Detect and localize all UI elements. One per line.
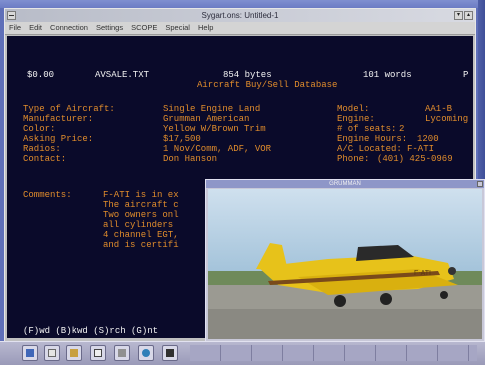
aircraft-photo-graphic: F-ATI: [208, 189, 482, 339]
document-icon[interactable]: [90, 345, 106, 361]
taskbar-slots: [190, 345, 477, 361]
menu-connection[interactable]: Connection: [50, 22, 88, 34]
field-label: # of seats:: [337, 124, 397, 134]
maximize-button[interactable]: ▴: [464, 11, 473, 20]
field-label: Radios:: [23, 144, 61, 154]
menu-help[interactable]: Help: [198, 22, 213, 34]
filename: AVSALE.TXT: [95, 70, 150, 80]
program-manager-icon[interactable]: [22, 345, 38, 361]
word-count: 101 words: [363, 70, 412, 80]
comment-line: 4 channel EGT,: [103, 230, 179, 240]
field-label: Contact:: [23, 154, 67, 164]
field-value: 1 Nov/Comm, ADF, VOR: [163, 144, 272, 154]
minimize-button[interactable]: ▾: [454, 11, 463, 20]
field-label: Engine Hours:: [337, 134, 408, 144]
field-value: Single Engine Land: [163, 104, 261, 114]
byte-count: 854 bytes: [223, 70, 272, 80]
photo-viewer-window[interactable]: GRUMMAN F-ATI: [205, 179, 485, 342]
comment-line: Two owners onl: [103, 210, 179, 220]
field-value: 1200: [417, 134, 439, 144]
taskbar: [0, 341, 485, 365]
field-value: Lycoming: [425, 114, 469, 124]
menu-scope[interactable]: SCOPE: [131, 22, 157, 34]
phone-icon[interactable]: [162, 345, 178, 361]
field-value: (401) 425-0969: [377, 154, 453, 164]
field-label: Phone:: [337, 154, 370, 164]
comment-line: all cylinders: [103, 220, 174, 230]
menu-file[interactable]: File: [9, 22, 21, 34]
command-prompt[interactable]: (F)wd (B)kwd (S)rch (G)nt: [23, 326, 158, 336]
title-bar: Sygart.ons: Untitled-1 ▾ ▴: [5, 9, 475, 22]
menu-settings[interactable]: Settings: [96, 22, 123, 34]
comment-line: and is certifi: [103, 240, 179, 250]
field-value: Yellow W/Brown Trim: [163, 124, 266, 134]
field-label: Color:: [23, 124, 56, 134]
page-marker: P: [463, 70, 469, 80]
field-value: Grumman American: [163, 114, 250, 124]
menu-edit[interactable]: Edit: [29, 22, 42, 34]
system-menu-button[interactable]: [7, 11, 16, 20]
menu-bar: File Edit Connection Settings SCOPE Spec…: [5, 22, 475, 35]
app-window: Sygart.ons: Untitled-1 ▾ ▴ File Edit Con…: [4, 8, 485, 346]
field-value: 2: [399, 124, 405, 134]
field-label: Asking Price:: [23, 134, 94, 144]
price-field: $0.00: [27, 70, 55, 80]
monitor-bezel: [0, 0, 485, 8]
photo-viewer-close-button[interactable]: [477, 181, 483, 187]
photo-viewer-title: GRUMMAN: [329, 181, 361, 187]
comment-line: The aircraft c: [103, 200, 179, 210]
home-icon[interactable]: [66, 345, 82, 361]
comment-line: F-ATI is in ex: [103, 190, 179, 200]
field-value: F-ATI: [407, 144, 435, 154]
field-value: $17,500: [163, 134, 201, 144]
photo-viewer-title-bar: GRUMMAN: [206, 180, 484, 188]
field-label: Type of Aircraft:: [23, 104, 115, 114]
window-title: Sygart.ons: Untitled-1: [201, 11, 279, 20]
field-label: Engine:: [337, 114, 375, 124]
globe-icon[interactable]: [138, 345, 154, 361]
field-value: AA1-B: [425, 104, 453, 114]
chat-icon[interactable]: [44, 345, 60, 361]
tools-icon[interactable]: [114, 345, 130, 361]
svg-text:F-ATI: F-ATI: [414, 270, 431, 277]
menu-special[interactable]: Special: [165, 22, 190, 34]
field-label: Manufacturer:: [23, 114, 94, 124]
comments-label: Comments:: [23, 190, 72, 200]
aircraft-photo: F-ATI: [208, 189, 482, 339]
database-subtitle: Aircraft Buy/Sell Database: [197, 80, 338, 90]
field-label: Model:: [337, 104, 370, 114]
field-value: Don Hanson: [163, 154, 218, 164]
field-label: A/C Located:: [337, 144, 402, 154]
